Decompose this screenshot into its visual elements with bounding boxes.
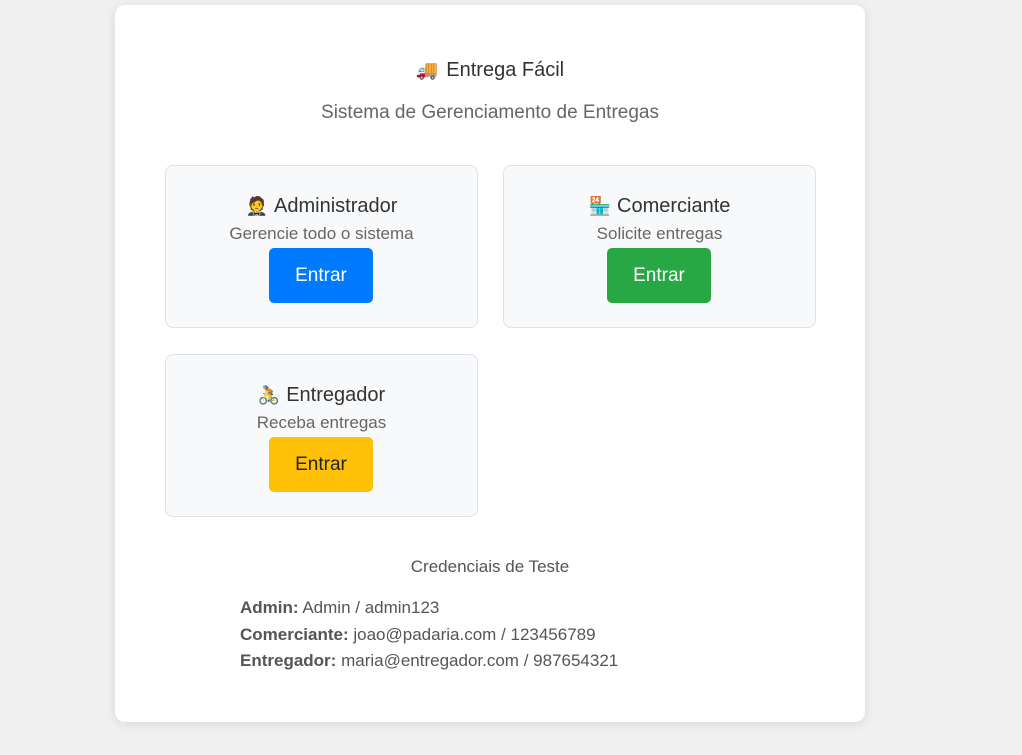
enter-merchant-button[interactable]: Entrar bbox=[607, 248, 711, 303]
credential-value: Admin / admin123 bbox=[302, 598, 440, 617]
role-title-text: Entregador bbox=[286, 384, 386, 406]
cyclist-icon: 🚴 bbox=[257, 385, 281, 405]
app-title-text: Entrega Fácil bbox=[446, 59, 565, 81]
credential-item-courier: Entregador: maria@entregador.com / 98765… bbox=[240, 648, 618, 675]
credential-value: maria@entregador.com / 987654321 bbox=[341, 651, 619, 670]
credentials-title: Credenciais de Teste bbox=[410, 557, 570, 576]
store-icon: 🏪 bbox=[588, 196, 612, 216]
enter-admin-button[interactable]: Entrar bbox=[269, 248, 373, 303]
credential-label: Admin: bbox=[240, 598, 299, 617]
role-title-text: Comerciante bbox=[617, 195, 731, 217]
role-description-courier: Receba entregas bbox=[256, 413, 387, 432]
credential-label: Comerciante: bbox=[240, 624, 349, 644]
role-card-courier: 🚴 Entregador Receba entregas Entrar bbox=[165, 354, 478, 517]
role-description-merchant: Solicite entregas bbox=[596, 224, 723, 243]
role-description-admin: Gerencie todo o sistema bbox=[229, 224, 414, 243]
role-title-admin: 🤵 Administrador bbox=[166, 194, 477, 218]
admin-person-icon: 🤵 bbox=[245, 196, 269, 216]
page-title: 🚚 Entrega Fácil bbox=[115, 58, 865, 82]
role-card-admin: 🤵 Administrador Gerencie todo o sistema E… bbox=[165, 165, 478, 328]
role-title-merchant: 🏪 Comerciante bbox=[504, 194, 815, 218]
role-title-text: Administrador bbox=[274, 195, 398, 217]
credential-item-merchant: Comerciante: joao@padaria.com / 12345678… bbox=[240, 622, 618, 649]
truck-icon: 🚚 bbox=[415, 60, 439, 80]
credential-label: Entregador: bbox=[240, 651, 337, 670]
enter-courier-button[interactable]: Entrar bbox=[269, 437, 373, 492]
credential-item-admin: Admin: Admin / admin123 bbox=[240, 595, 618, 622]
page-subtitle: Sistema de Gerenciamento de Entregas bbox=[321, 102, 659, 123]
role-card-merchant: 🏪 Comerciante Solicite entregas Entrar bbox=[503, 165, 816, 328]
credentials-list: Admin: Admin / admin123 Comerciante: joa… bbox=[240, 595, 618, 675]
credential-value: joao@padaria.com / 123456789 bbox=[353, 624, 596, 644]
login-card: 🚚 Entrega Fácil Sistema de Gerenciamento … bbox=[115, 5, 865, 722]
role-title-courier: 🚴 Entregador bbox=[166, 383, 477, 407]
